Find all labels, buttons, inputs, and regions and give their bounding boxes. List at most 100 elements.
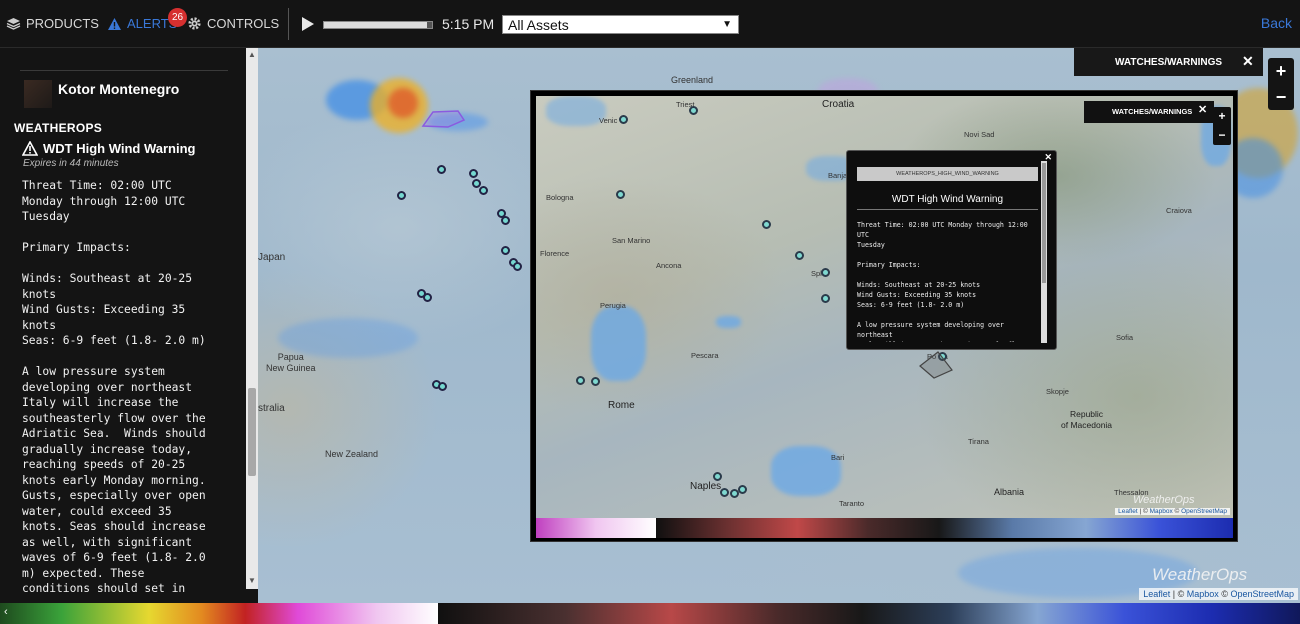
controls-label: CONTROLS xyxy=(207,16,280,31)
asset-marker[interactable] xyxy=(795,251,804,260)
asset-marker[interactable] xyxy=(713,472,722,481)
zoom-in-button[interactable]: + xyxy=(1268,58,1294,84)
close-icon[interactable]: ✕ xyxy=(1198,103,1207,116)
asset-select[interactable]: All Assets ▼ xyxy=(502,15,739,34)
products-label: PRODUCTS xyxy=(26,16,99,31)
alerts-button[interactable]: ALERTS xyxy=(107,16,177,31)
chevron-left-icon[interactable]: ‹ xyxy=(4,606,8,618)
inset-label-tirana: Tirana xyxy=(968,437,989,446)
inset-label-novi-sad: Novi Sad xyxy=(964,130,995,139)
legend-snow xyxy=(862,603,1300,624)
warning-icon xyxy=(108,17,121,30)
warning-polygon[interactable] xyxy=(916,348,956,382)
watches-warnings-tab[interactable]: WATCHES/WARNINGS xyxy=(1074,48,1263,76)
asset-marker[interactable] xyxy=(689,106,698,115)
asset-marker[interactable] xyxy=(479,186,488,195)
leaflet-link[interactable]: Leaflet xyxy=(1118,508,1138,515)
map-label-australia: stralia xyxy=(258,403,285,414)
attribution-separator: | © xyxy=(1137,508,1150,515)
asset-marker[interactable] xyxy=(821,294,830,303)
current-time: 5:15 PM xyxy=(442,16,495,32)
scroll-up-icon[interactable]: ▲ xyxy=(246,49,258,61)
inset-label-bari: Bari xyxy=(831,453,845,462)
asset-marker[interactable] xyxy=(437,165,446,174)
legend-mix xyxy=(438,603,862,624)
osm-link[interactable]: OpenStreetMap xyxy=(1230,589,1294,599)
asset-marker[interactable] xyxy=(720,488,729,497)
alerts-count-badge: 26 xyxy=(168,8,187,27)
scrollbar-thumb[interactable] xyxy=(248,388,256,476)
popup-divider xyxy=(857,209,1038,210)
section-title: WEATHEROPS xyxy=(14,121,103,135)
asset-select-value: All Assets xyxy=(508,17,569,33)
asset-marker[interactable] xyxy=(423,293,432,302)
inset-label-bologna: Bologna xyxy=(546,193,574,202)
asset-marker[interactable] xyxy=(738,485,747,494)
alert-sidebar: Kotor Montenegro WEATHEROPS WDT High Win… xyxy=(0,48,258,604)
asset-marker[interactable] xyxy=(576,376,585,385)
warning-header[interactable]: WDT High Wind Warning xyxy=(22,141,195,156)
asset-marker[interactable] xyxy=(619,115,628,124)
mapbox-link[interactable]: Mapbox xyxy=(1150,508,1173,515)
zoom-out-button[interactable]: − xyxy=(1268,84,1294,110)
expires-text: Expires in 44 minutes xyxy=(23,158,119,169)
mapbox-link[interactable]: Mapbox xyxy=(1187,589,1219,599)
popup-tag: WEATHEROPS_HIGH_WIND_WARNING xyxy=(857,167,1038,181)
radar-echo xyxy=(591,306,646,381)
weatherops-logo: WeatherOps xyxy=(1133,494,1195,506)
legend-mix xyxy=(656,518,939,538)
inset-label-croatia: Croatia xyxy=(822,99,855,110)
legend-snow xyxy=(939,518,1233,538)
inset-map-attribution: Leaflet | © Mapbox © OpenStreetMap xyxy=(1115,508,1230,515)
location-thumbnail xyxy=(24,80,52,108)
play-icon[interactable] xyxy=(301,16,315,32)
asset-marker[interactable] xyxy=(616,190,625,199)
popup-body: Threat Time: 02:00 UTC Monday through 12… xyxy=(857,221,1028,342)
zoom-in-button[interactable]: + xyxy=(1213,107,1231,126)
radar-legend xyxy=(0,603,1300,624)
inset-label-ancona: Ancona xyxy=(656,261,682,270)
popup-scrollbar[interactable] xyxy=(1041,161,1047,343)
back-link[interactable]: Back xyxy=(1261,15,1292,31)
warning-popup: ✕ WEATHEROPS_HIGH_WIND_WARNING WDT High … xyxy=(846,150,1057,350)
inset-label-albania: Albania xyxy=(994,487,1025,497)
location-name: Kotor Montenegro xyxy=(58,81,180,97)
close-icon[interactable]: ✕ xyxy=(1242,53,1254,70)
map-label-new-zealand: New Zealand xyxy=(325,449,379,459)
asset-marker[interactable] xyxy=(501,246,510,255)
asset-marker[interactable] xyxy=(397,191,406,200)
inset-label-banja: Banja xyxy=(828,171,848,180)
controls-button[interactable]: CONTROLS xyxy=(187,16,279,31)
inset-label-pescara: Pescara xyxy=(691,351,719,360)
inset-label-san-marino: San Marino xyxy=(612,236,651,245)
scrollbar-thumb[interactable] xyxy=(1042,163,1046,283)
warning-polygon[interactable] xyxy=(418,108,468,130)
osm-link[interactable]: OpenStreetMap xyxy=(1181,508,1227,515)
gear-icon xyxy=(188,17,201,30)
asset-marker[interactable] xyxy=(821,268,830,277)
products-button[interactable]: PRODUCTS xyxy=(6,16,99,31)
warning-title: WDT High Wind Warning xyxy=(43,141,196,156)
sidebar-scrollbar[interactable]: ▲ ▼ xyxy=(246,48,258,589)
asset-marker[interactable] xyxy=(762,220,771,229)
popup-title: WDT High Wind Warning xyxy=(891,194,1004,205)
sidebar-divider xyxy=(20,70,228,71)
inset-radar-legend xyxy=(536,518,1233,538)
attribution-separator: | © xyxy=(1170,589,1187,599)
asset-marker[interactable] xyxy=(501,216,510,225)
map-label-greenland: Greenland xyxy=(671,75,714,85)
asset-marker[interactable] xyxy=(438,382,447,391)
inset-label-venice: Venic xyxy=(599,116,618,125)
asset-marker[interactable] xyxy=(469,169,478,178)
asset-marker[interactable] xyxy=(591,377,600,386)
radar-echo xyxy=(546,96,606,126)
inset-watches-warnings-tab[interactable]: WATCHES/WARNINGS xyxy=(1084,101,1214,123)
legend-rain xyxy=(0,603,438,624)
asset-marker[interactable] xyxy=(513,262,522,271)
inset-label-taranto: Taranto xyxy=(839,499,865,508)
zoom-out-button[interactable]: − xyxy=(1213,126,1231,145)
scroll-down-icon[interactable]: ▼ xyxy=(246,575,258,587)
timeline-slider[interactable] xyxy=(323,21,433,29)
leaflet-link[interactable]: Leaflet xyxy=(1143,589,1170,599)
map-label-japan: Japan xyxy=(258,252,286,263)
